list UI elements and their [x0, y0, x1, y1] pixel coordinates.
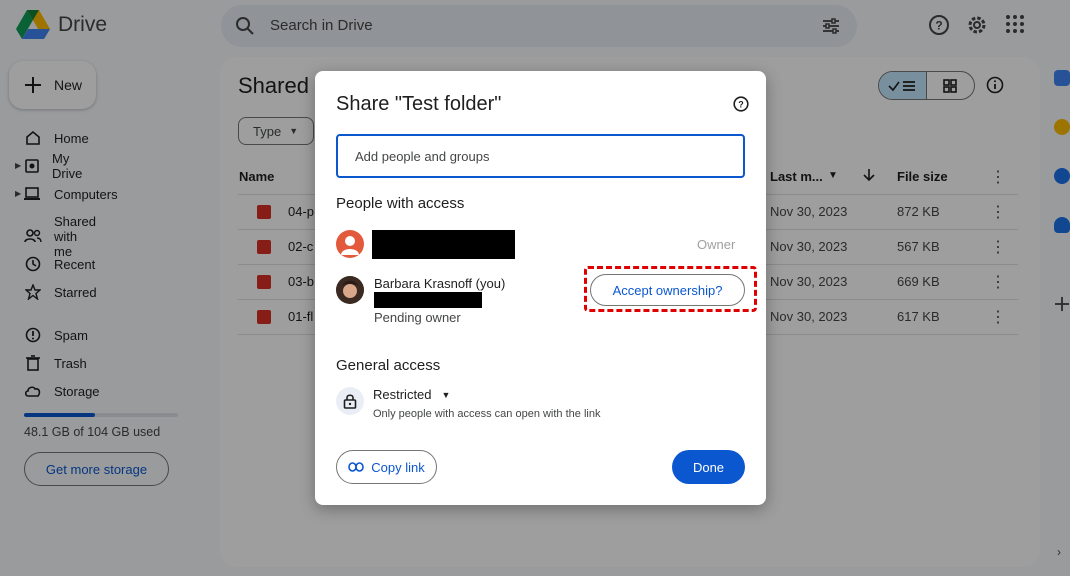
people-with-access-heading: People with access: [336, 195, 465, 212]
copy-link-label: Copy link: [371, 459, 425, 475]
person-name: Barbara Krasnoff (you): [374, 276, 506, 291]
add-people-input[interactable]: [336, 134, 745, 178]
access-level-value: Restricted: [373, 387, 432, 402]
copy-link-button[interactable]: Copy link: [336, 450, 437, 484]
access-level-dropdown[interactable]: Restricted ▼: [373, 387, 450, 402]
dialog-title: Share "Test folder": [336, 93, 502, 115]
redacted-owner-name: [372, 230, 515, 259]
link-icon: [348, 462, 365, 472]
redacted-email: [374, 292, 482, 308]
share-dialog: Share "Test folder" ? People with access…: [315, 71, 766, 505]
owner-role-label: Owner: [697, 237, 736, 252]
accept-ownership-button[interactable]: Accept ownership?: [590, 274, 745, 306]
done-button[interactable]: Done: [672, 450, 745, 484]
lock-icon: [336, 387, 364, 415]
dropdown-arrow-icon: ▼: [441, 389, 451, 400]
general-access-heading: General access: [336, 357, 441, 374]
help-icon[interactable]: ?: [733, 96, 749, 112]
user-avatar: [336, 276, 364, 304]
owner-avatar: [336, 230, 364, 258]
svg-text:?: ?: [738, 100, 744, 110]
pending-owner-label: Pending owner: [374, 310, 461, 325]
access-description: Only people with access can open with th…: [373, 408, 601, 420]
